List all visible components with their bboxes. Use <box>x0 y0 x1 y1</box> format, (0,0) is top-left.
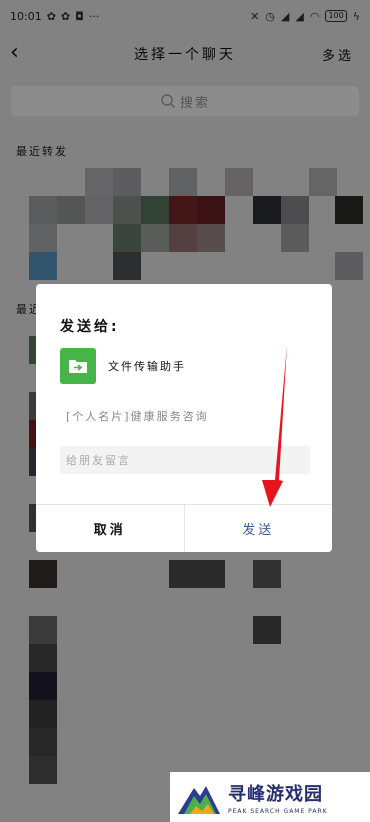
recipient-name: 文件传输助手 <box>108 360 186 373</box>
cancel-button[interactable]: 取消 <box>36 505 185 552</box>
dialog-title: 发送给: <box>60 319 120 335</box>
dialog-buttons: 取消 发送 <box>36 504 332 552</box>
message-input[interactable] <box>60 446 310 474</box>
send-button[interactable]: 发送 <box>184 505 332 552</box>
watermark-english: PEAK SEARCH GAME PARK <box>228 807 328 815</box>
recipient: 文件传输助手 <box>60 348 186 384</box>
send-to-dialog: 发送给: 文件传输助手 [个人名片]健康服务咨询 取消 发送 <box>36 284 332 552</box>
watermark: 寻峰游戏园 PEAK SEARCH GAME PARK <box>170 772 370 822</box>
mountain-logo-icon <box>178 786 220 814</box>
folder-arrow-icon <box>69 360 87 373</box>
file-transfer-avatar <box>60 348 96 384</box>
shared-card-preview: [个人名片]健康服务咨询 <box>66 410 209 423</box>
watermark-chinese: 寻峰游戏园 <box>228 783 323 805</box>
